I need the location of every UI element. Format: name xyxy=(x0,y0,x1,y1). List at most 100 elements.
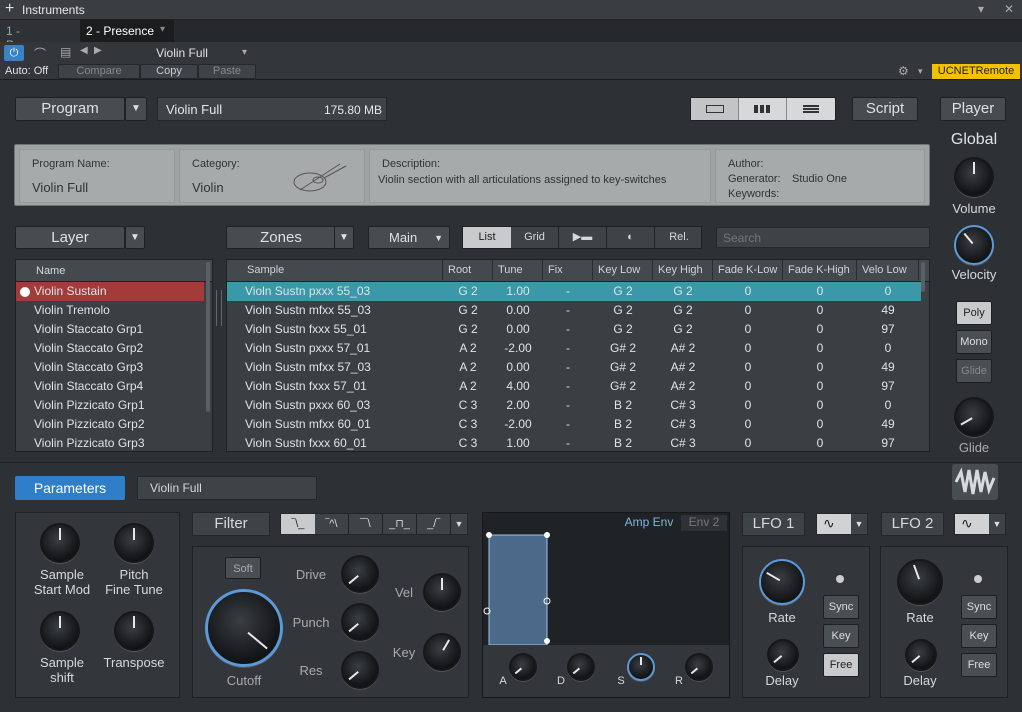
lowpass-icon[interactable]: ‾\_ xyxy=(281,514,315,534)
gear-icon[interactable]: ⚙ xyxy=(898,64,909,78)
sustain-knob[interactable] xyxy=(627,653,655,681)
lfo2-wave-icon[interactable]: ∿ ▼ xyxy=(954,513,1006,535)
table-row[interactable]: Violn Sustn fxxx 57_01 A 2 4.00 - G# 2 A# 2 0 0… xyxy=(227,377,921,396)
gear-dropdown-icon[interactable]: ▾ xyxy=(918,66,923,77)
sample-start-knob[interactable] xyxy=(40,523,80,563)
lfo1-key-button[interactable]: Key xyxy=(823,624,859,648)
pitch-fine-knob[interactable] xyxy=(114,523,154,563)
table-row[interactable]: Violn Sustn pxxx 57_01 A 2 -2.00 - G# 2 A# 2 0… xyxy=(227,339,921,358)
table-row[interactable]: Violn Sustn pxxx 55_03 G 2 1.00 - G 2 G 2 0 0 0 xyxy=(227,282,921,301)
cutoff-knob[interactable] xyxy=(205,589,283,667)
layer-row[interactable]: Violin Pizzicato Grp1 xyxy=(16,396,204,415)
prev-preset-icon[interactable]: ◀ xyxy=(80,45,88,56)
lfo2-key-button[interactable]: Key xyxy=(961,624,997,648)
zones-button[interactable]: Zones xyxy=(226,226,336,249)
tab-presence-1[interactable]: 1 - Presence xyxy=(0,20,80,52)
program-dropdown-icon[interactable]: ▼ xyxy=(125,97,147,121)
lfo1-sync-button[interactable]: Sync xyxy=(823,595,859,619)
layer-row[interactable]: Violin Staccato Grp4 xyxy=(16,377,204,396)
layer-dropdown-icon[interactable]: ▼ xyxy=(125,226,145,249)
release-knob[interactable] xyxy=(685,653,713,681)
lowpass-res-icon[interactable]: ‾^\ xyxy=(315,514,349,534)
description-cell[interactable]: Description: Violin section with all art… xyxy=(369,149,711,203)
column-header[interactable]: Key Low xyxy=(593,260,653,280)
lfo1-free-button[interactable]: Free xyxy=(823,653,859,677)
player-button[interactable]: Player xyxy=(940,97,1006,121)
glide-button[interactable]: Glide xyxy=(956,359,992,383)
preset-name[interactable]: Violin Full xyxy=(108,45,256,62)
remote-badge[interactable]: UCNETRemote xyxy=(932,64,1020,79)
column-header[interactable]: Root xyxy=(443,260,493,280)
add-icon[interactable]: + xyxy=(5,0,14,18)
layer-row[interactable]: Violin Tremolo xyxy=(16,301,204,320)
table-row[interactable]: Violn Sustn fxxx 55_01 G 2 0.00 - G 2 G 2 0 0 97 xyxy=(227,320,921,339)
lfo1-wave-icon[interactable]: ∿ ▼ xyxy=(816,513,868,535)
filter-type-dropdown-icon[interactable]: ▼ xyxy=(451,514,467,534)
view-single-icon[interactable] xyxy=(691,98,739,120)
author-cell[interactable]: Author: Generator: Studio One Keywords: xyxy=(715,149,925,203)
lfo2-delay-knob[interactable] xyxy=(905,639,937,671)
view-multi-icon[interactable] xyxy=(739,98,787,120)
paste-button[interactable]: Paste xyxy=(198,64,256,79)
layer-row[interactable]: Violin Pizzicato Grp3 xyxy=(16,434,204,451)
vel-knob[interactable] xyxy=(423,573,461,611)
column-header[interactable]: Key High xyxy=(653,260,713,280)
lfo2-rate-knob[interactable] xyxy=(897,559,943,605)
glide-knob[interactable] xyxy=(954,397,994,437)
close-icon[interactable]: ✕ xyxy=(1004,2,1014,16)
column-header[interactable]: Fix xyxy=(543,260,593,280)
column-header[interactable]: Fade K-Low xyxy=(713,260,783,280)
zones-scrollbar[interactable] xyxy=(921,262,925,292)
table-row[interactable]: Violn Sustn pxxx 60_03 C 3 2.00 - B 2 C# 3 0 0 0 xyxy=(227,396,921,415)
lfo2-wave-dropdown-icon[interactable]: ▼ xyxy=(989,514,1005,534)
table-row[interactable]: Violn Sustn mfxx 55_03 G 2 0.00 - G 2 G 2 0 0 49 xyxy=(227,301,921,320)
layer-row[interactable]: Violin Staccato Grp3 xyxy=(16,358,204,377)
lfo2-sync-button[interactable]: Sync xyxy=(961,595,997,619)
layer-row[interactable]: Violin Staccato Grp2 xyxy=(16,339,204,358)
automation-icon[interactable]: ⌒ xyxy=(30,45,50,61)
rel-tab[interactable]: Rel. xyxy=(655,227,703,248)
column-header[interactable]: Tune xyxy=(493,260,543,280)
punch-knob[interactable] xyxy=(341,603,379,641)
tab-dropdown-icon[interactable]: ▾ xyxy=(160,24,165,35)
velocity-knob[interactable] xyxy=(954,225,994,265)
transpose-knob[interactable] xyxy=(114,611,154,651)
preset-dropdown-icon[interactable]: ▾ xyxy=(242,47,247,58)
auto-off[interactable]: Auto: Off xyxy=(5,65,48,77)
program-button[interactable]: Program xyxy=(15,97,125,121)
highpass-icon[interactable]: _/‾ xyxy=(417,514,451,534)
zones-dropdown-icon[interactable]: ▼ xyxy=(334,226,354,249)
column-header[interactable]: Velo Low xyxy=(857,260,919,280)
decay-knob[interactable] xyxy=(567,653,595,681)
drive-knob[interactable] xyxy=(341,555,379,593)
main-dropdown[interactable]: Main ▼ xyxy=(368,226,450,249)
grid-tab[interactable]: Grid xyxy=(511,227,559,248)
list-tab[interactable]: List xyxy=(463,227,511,248)
column-header[interactable]: Sample xyxy=(227,260,443,280)
poly-button[interactable]: Poly xyxy=(956,301,992,325)
table-row[interactable]: Violn Sustn mfxx 57_03 A 2 0.00 - G# 2 A# 2 0 0… xyxy=(227,358,921,377)
lfo1-rate-knob[interactable] xyxy=(759,559,805,605)
compare-button[interactable]: Compare xyxy=(58,64,140,79)
envelope-graph[interactable] xyxy=(483,531,729,645)
pin-icon[interactable]: ▾ xyxy=(978,2,984,16)
preset-browser-icon[interactable]: ▤ xyxy=(60,45,71,59)
program-name-cell[interactable]: Program Name: Violin Full xyxy=(19,149,175,203)
layer-scrollbar[interactable] xyxy=(206,262,210,412)
mono-button[interactable]: Mono xyxy=(956,330,992,354)
lfo1-wave-dropdown-icon[interactable]: ▼ xyxy=(851,514,867,534)
table-row[interactable]: Violn Sustn fxxx 60_01 C 3 1.00 - B 2 C# 3 0 0 9… xyxy=(227,434,921,451)
category-cell[interactable]: Category: Violin xyxy=(179,149,365,203)
layer-row[interactable]: Violin Pizzicato Grp2 xyxy=(16,415,204,434)
view-list-icon[interactable] xyxy=(787,98,835,120)
script-button[interactable]: Script xyxy=(852,97,918,121)
column-header[interactable]: Fade K-High xyxy=(783,260,857,280)
layer-button[interactable]: Layer xyxy=(15,226,125,249)
waveform-icon[interactable]: ▶▬ xyxy=(559,227,607,248)
lfo2-free-button[interactable]: Free xyxy=(961,653,997,677)
attack-knob[interactable] xyxy=(509,653,537,681)
volume-knob[interactable] xyxy=(954,157,994,197)
power-icon[interactable]: ⏻ xyxy=(4,45,24,61)
speaker-icon[interactable]: ◐ xyxy=(607,227,655,248)
env2-tab[interactable]: Env 2 xyxy=(681,515,727,531)
